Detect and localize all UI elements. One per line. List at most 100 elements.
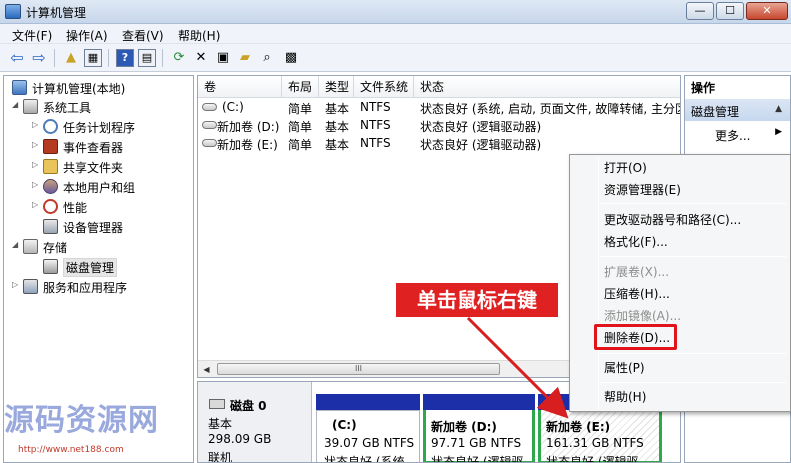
scroll-thumb[interactable]: III xyxy=(217,363,500,375)
delete-icon[interactable]: ✕ xyxy=(192,49,210,67)
collapse-arrow-icon[interactable]: ▲ xyxy=(775,104,782,114)
disk-management-icon xyxy=(43,259,58,274)
expanded-arrow-icon[interactable]: ◢ xyxy=(12,240,22,249)
volume-type: 基本 xyxy=(325,138,350,152)
disk-label[interactable]: 磁盘 0 基本 298.09 GB 联机 xyxy=(198,382,312,463)
drive-icon xyxy=(202,139,217,147)
volume-status: 状态良好 (逻辑驱动器) xyxy=(420,120,542,134)
disk-state: 联机 xyxy=(208,451,233,463)
toolbar-separator xyxy=(54,49,55,67)
tools-icon xyxy=(23,99,38,114)
performance-icon xyxy=(43,199,58,214)
menu-item-mirror: 添加镜像(A)... xyxy=(604,309,682,323)
collapsed-arrow-icon[interactable]: ▷ xyxy=(32,140,42,149)
collapsed-arrow-icon[interactable]: ▷ xyxy=(32,200,42,209)
volume-layout: 简单 xyxy=(288,120,313,134)
table-row[interactable]: (C:) 简单 基本 NTFS 状态良好 (系统, 启动, 页面文件, 故障转储… xyxy=(198,98,681,116)
forward-arrow-icon[interactable]: ⇨ xyxy=(30,49,48,67)
col-header-type[interactable]: 类型 xyxy=(319,76,354,98)
col-header-layout[interactable]: 布局 xyxy=(282,76,319,98)
partition-name: 新加卷 (E:) xyxy=(546,420,611,434)
expanded-arrow-icon[interactable]: ◢ xyxy=(12,100,22,109)
minimize-button[interactable]: — xyxy=(686,2,714,20)
submenu-arrow-icon: ▶ xyxy=(775,127,782,137)
open-folder-icon[interactable]: ▰ xyxy=(236,49,254,67)
toolbar: ⇦ ⇨ ▲ ▦ ? ▤ ⟳ ✕ ▣ ▰ ⌕ ▩ xyxy=(0,44,791,72)
maximize-button[interactable]: ☐ xyxy=(716,2,744,20)
console-tree-icon[interactable]: ▤ xyxy=(138,49,156,67)
refresh-icon[interactable]: ⟳ xyxy=(170,49,188,67)
collapsed-arrow-icon[interactable]: ▷ xyxy=(12,280,22,289)
toolbar-separator xyxy=(162,49,163,67)
menu-separator xyxy=(601,353,786,354)
drive-icon xyxy=(202,121,217,129)
disk-name: 磁盘 0 xyxy=(230,399,267,413)
back-arrow-icon[interactable]: ⇦ xyxy=(8,49,26,67)
volume-status: 状态良好 (系统, 启动, 页面文件, 故障转储, 主分区 xyxy=(420,102,681,116)
menu-view[interactable]: 查看(V) xyxy=(122,27,164,44)
tree-item-label: 事件查看器 xyxy=(63,141,124,155)
title-bar: 计算机管理 — ☐ ✕ xyxy=(0,0,791,24)
menu-item-open[interactable]: 打开(O) xyxy=(604,158,647,178)
col-header-filesystem[interactable]: 文件系统 xyxy=(354,76,414,98)
partition-size: 39.07 GB NTFS xyxy=(324,436,415,450)
window-title: 计算机管理 xyxy=(26,6,87,20)
partition-status: 状态良好 (逻辑驱 xyxy=(546,455,639,463)
right-click-callout: 单击鼠标右键 xyxy=(396,283,558,317)
actions-section-disk-management[interactable]: 磁盘管理 ▲ xyxy=(685,99,790,121)
col-header-status[interactable]: 状态 xyxy=(414,76,680,98)
close-button[interactable]: ✕ xyxy=(746,2,788,20)
properties-icon[interactable]: ▣ xyxy=(214,49,232,67)
table-row[interactable]: 新加卷 (D:) 简单 基本 NTFS 状态良好 (逻辑驱动器) xyxy=(198,116,680,134)
tree-item-label: 设备管理器 xyxy=(63,221,124,235)
drive-icon xyxy=(202,103,217,111)
menu-separator xyxy=(601,203,786,204)
delete-volume-highlight xyxy=(594,324,677,350)
partition-name: (C:) xyxy=(332,418,357,432)
disk-icon xyxy=(209,399,225,409)
menu-separator xyxy=(601,382,786,383)
tree-item-label: 磁盘管理 xyxy=(63,258,118,277)
menu-bar: 文件(F) 操作(A) 查看(V) 帮助(H) xyxy=(0,24,791,44)
partition-d[interactable]: 新加卷 (D:) 97.71 GB NTFS 状态良好 (逻辑驱 xyxy=(423,394,535,462)
collapsed-arrow-icon[interactable]: ▷ xyxy=(32,160,42,169)
menu-action[interactable]: 操作(A) xyxy=(66,27,108,44)
volume-type: 基本 xyxy=(325,102,350,116)
menu-item-properties[interactable]: 属性(P) xyxy=(604,358,645,378)
menu-item-shrink[interactable]: 压缩卷(H)... xyxy=(604,284,670,304)
tree-root-label: 计算机管理(本地) xyxy=(32,82,126,96)
device-manager-icon xyxy=(43,219,58,234)
menu-item-format[interactable]: 格式化(F)... xyxy=(604,232,668,252)
menu-item-help[interactable]: 帮助(H) xyxy=(604,387,646,407)
disk-kind: 基本 xyxy=(208,417,233,431)
partition-size: 161.31 GB NTFS xyxy=(546,436,644,450)
event-viewer-icon xyxy=(43,139,58,154)
menu-item-explorer[interactable]: 资源管理器(E) xyxy=(604,180,681,200)
table-row[interactable]: 新加卷 (E:) 简单 基本 NTFS 状态良好 (逻辑驱动器) xyxy=(198,134,680,152)
computer-management-icon xyxy=(5,4,21,19)
show-hide-tree-icon[interactable]: ▦ xyxy=(84,49,102,67)
volume-name: (C:) xyxy=(222,100,244,114)
col-header-volume[interactable]: 卷 xyxy=(198,76,282,98)
volume-fs: NTFS xyxy=(360,136,391,150)
menu-help[interactable]: 帮助(H) xyxy=(178,27,220,44)
collapsed-arrow-icon[interactable]: ▷ xyxy=(32,120,42,129)
scroll-left-icon[interactable]: ◀ xyxy=(199,363,214,376)
volume-fs: NTFS xyxy=(360,118,391,132)
up-folder-icon[interactable]: ▲ xyxy=(62,49,80,67)
services-icon xyxy=(23,279,38,294)
menu-file[interactable]: 文件(F) xyxy=(12,27,52,44)
tree-item-label: 系统工具 xyxy=(43,101,92,115)
actions-section-label: 磁盘管理 xyxy=(691,105,740,119)
collapsed-arrow-icon[interactable]: ▷ xyxy=(32,180,42,189)
help-icon[interactable]: ? xyxy=(116,49,134,67)
more-actions-link[interactable]: 更多... xyxy=(715,127,750,144)
volume-name: 新加卷 (E:) xyxy=(217,138,278,152)
tree-item-label: 存储 xyxy=(43,241,68,255)
partition-c[interactable]: (C:) 39.07 GB NTFS 状态良好 (系统 xyxy=(316,394,420,462)
menu-item-change-letter[interactable]: 更改驱动器号和路径(C)... xyxy=(604,210,741,230)
tree-item-label: 任务计划程序 xyxy=(63,121,136,135)
volume-status: 状态良好 (逻辑驱动器) xyxy=(420,138,542,152)
search-icon[interactable]: ⌕ xyxy=(258,49,276,67)
disk-properties-icon[interactable]: ▩ xyxy=(282,49,300,67)
